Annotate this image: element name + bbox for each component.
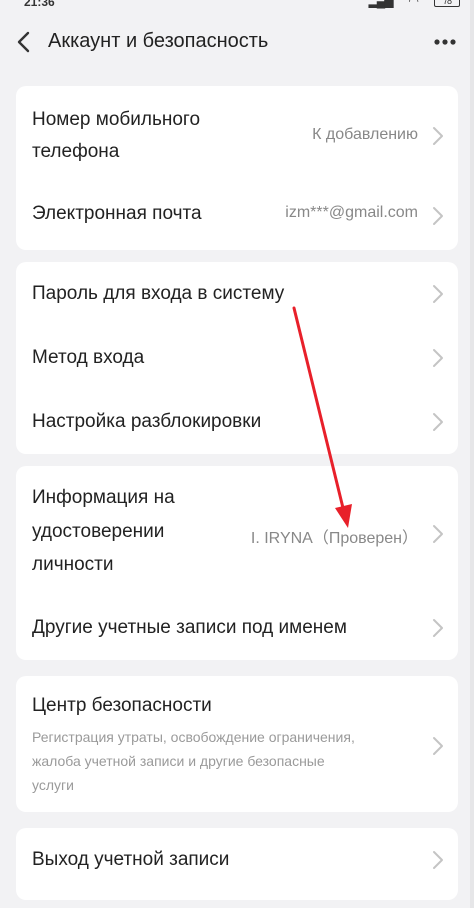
chevron-right-icon xyxy=(433,207,443,225)
email-label: Электронная почта xyxy=(32,203,202,224)
page-title: Аккаунт и безопасность xyxy=(48,30,269,52)
chevron-right-icon xyxy=(433,851,443,869)
unlock-settings-label: Настройка разблокировки xyxy=(32,411,262,432)
other-accounts-label: Другие учетные записи под именем xyxy=(32,617,347,638)
security-center-row[interactable]: Центр безопасности Регистрация утраты, о… xyxy=(16,676,458,812)
id-info-value: I. IRYNA（Проверен） xyxy=(250,530,418,547)
other-accounts-row[interactable]: Другие учетные записи под именем xyxy=(16,596,458,660)
security-center-desc-line1: Регистрация утраты, освобождение огранич… xyxy=(32,729,355,745)
id-info-label-line3: личности xyxy=(32,554,114,575)
more-button[interactable] xyxy=(434,30,456,54)
chevron-right-icon xyxy=(433,525,443,543)
logout-group: Выход учетной записи xyxy=(16,828,458,900)
contact-group: Номер мобильного телефона К добавлению Э… xyxy=(16,86,458,250)
chevron-right-icon xyxy=(433,619,443,637)
email-value: izm***@gmail.com xyxy=(285,204,418,221)
password-row[interactable]: Пароль для входа в систему xyxy=(16,262,458,326)
chevron-right-icon xyxy=(433,737,443,755)
status-bar: 21:36 ▂▄▆ ◠ 78 xyxy=(0,0,474,14)
chevron-left-icon xyxy=(17,31,30,53)
phone-label-line2: телефона xyxy=(32,141,120,162)
top-bar: Аккаунт и безопасность xyxy=(0,20,474,66)
security-center-desc-line2: жалоба учетной записи и другие безопасны… xyxy=(32,753,325,769)
chevron-right-icon xyxy=(433,127,443,145)
screen-edge xyxy=(470,0,474,908)
phone-label-line1: Номер мобильного xyxy=(32,109,201,130)
password-label: Пароль для входа в систему xyxy=(32,283,285,304)
back-button[interactable] xyxy=(14,28,36,56)
security-center-label: Центр безопасности xyxy=(32,695,212,716)
wifi-icon: ◠ xyxy=(408,0,420,8)
signal-icon: ▂▄▆ xyxy=(368,0,394,8)
email-row[interactable]: Электронная почта izm***@gmail.com xyxy=(16,186,458,250)
chevron-right-icon xyxy=(433,349,443,367)
status-icons: ▂▄▆ ◠ 78 xyxy=(369,0,460,8)
security-center-group: Центр безопасности Регистрация утраты, о… xyxy=(16,676,458,812)
login-method-row[interactable]: Метод входа xyxy=(16,326,458,390)
phone-value: К добавлению xyxy=(312,126,418,143)
logout-label: Выход учетной записи xyxy=(32,849,230,870)
chevron-right-icon xyxy=(433,285,443,303)
logout-row[interactable]: Выход учетной записи xyxy=(16,828,458,900)
id-info-label-line1: Информация на xyxy=(32,487,175,508)
unlock-settings-row[interactable]: Настройка разблокировки xyxy=(16,390,458,454)
security-center-desc-line3: услуги xyxy=(32,777,74,793)
id-info-label-line2: удостоверении xyxy=(32,521,165,542)
login-method-label: Метод входа xyxy=(32,347,145,368)
id-info-row[interactable]: Информация на удостоверении личности I. … xyxy=(16,466,458,596)
more-dots-icon xyxy=(434,39,456,45)
identity-group: Информация на удостоверении личности I. … xyxy=(16,466,458,660)
chevron-right-icon xyxy=(433,413,443,431)
status-time: 21:36 xyxy=(24,0,55,9)
battery-icon: 78 xyxy=(434,0,460,7)
phone-number-row[interactable]: Номер мобильного телефона К добавлению xyxy=(16,86,458,186)
login-group: Пароль для входа в систему Метод входа Н… xyxy=(16,262,458,454)
